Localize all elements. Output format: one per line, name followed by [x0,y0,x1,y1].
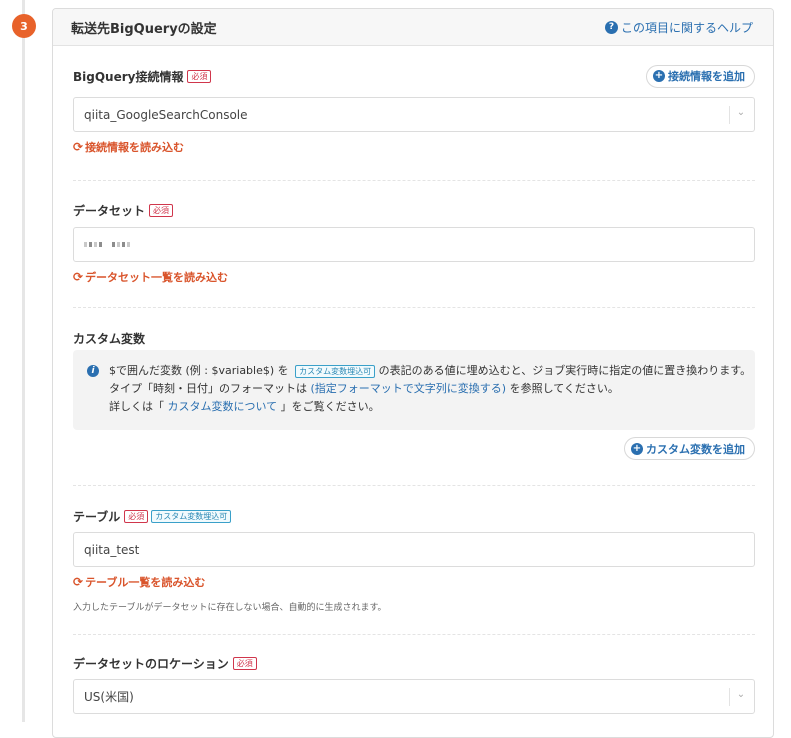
connection-section: BigQuery接続情報 必須 + 接続情報を追加 qiita_GoogleSe… [73,64,755,155]
info-text: 詳しくは「 [109,400,164,413]
custom-variables-section: カスタム変数 i $で囲んだ変数 (例 : $variable$) を カスタム… [73,326,755,460]
custom-variables-doc-link[interactable]: カスタム変数について [168,400,278,413]
location-section: データセットのロケーション 必須 US(米国) ⌄ [73,651,755,714]
dataset-section: データセット 必須 ⟳ データセット一覧を読み込む [73,198,755,285]
dataset-label-text: データセット [73,203,146,218]
location-select-value: US(米国) [84,690,134,704]
reload-dataset-link[interactable]: ⟳ データセット一覧を読み込む [73,269,755,285]
info-text: $で囲んだ変数 (例 : $variable$) を [109,364,289,377]
custom-variables-label: カスタム変数 [73,331,146,346]
info-icon: i [87,365,99,377]
info-text: 」をご覧ください。 [280,400,380,413]
table-section: テーブル 必須 カスタム変数埋込可 qiita_test ⟳ テーブル一覧を読み… [73,504,755,613]
info-line-3: 詳しくは「 カスタム変数について 」をご覧ください。 [109,398,743,416]
add-custom-variable-label: カスタム変数を追加 [646,442,745,456]
info-text: の表記のある値に埋め込むと、ジョブ実行時に指定の値に置き換わります。 [378,364,752,377]
select-divider [729,106,730,124]
dataset-input[interactable] [73,227,755,262]
section-divider [73,307,755,308]
question-circle-icon: ? [604,20,618,34]
help-link[interactable]: ? この項目に関するヘルプ [604,19,753,36]
connection-select-value: qiita_GoogleSearchConsole [84,107,248,122]
custom-variables-info-box: i $で囲んだ変数 (例 : $variable$) を カスタム変数埋込可 の… [73,350,755,430]
required-badge: 必須 [149,203,174,217]
add-connection-label: 接続情報を追加 [668,70,745,83]
chevron-down-icon[interactable]: ⌄ [735,689,747,701]
custom-variable-tag: カスタム変数埋込可 [295,365,376,378]
section-divider [73,485,755,486]
refresh-icon: ⟳ [73,270,84,284]
step-rail [22,0,25,722]
step-number-badge: 3 [12,14,36,38]
chevron-down-icon[interactable]: ⌄ [735,107,747,119]
table-input[interactable]: qiita_test [73,532,755,567]
reload-table-link[interactable]: ⟳ テーブル一覧を読み込む [73,574,755,590]
section-divider [73,180,755,181]
panel-title: 転送先BigQueryの設定 [71,21,217,37]
refresh-icon: ⟳ [73,575,84,589]
reload-connection-link[interactable]: ⟳ 接続情報を読み込む [73,139,755,155]
info-text: を参照してください。 [509,382,619,395]
reload-dataset-label: データセット一覧を読み込む [85,271,229,284]
select-divider [729,688,730,706]
table-label-text: テーブル [73,509,121,524]
location-label: データセットのロケーション 必須 [73,655,257,672]
section-divider [73,634,755,635]
table-help-note: 入力したテーブルがデータセットに存在しない場合、自動的に生成されます。 [73,603,387,613]
required-badge: 必須 [124,509,149,523]
reload-connection-label: 接続情報を読み込む [85,141,185,154]
dataset-value-redacted [84,242,130,247]
plus-circle-icon: + [631,442,643,455]
info-line-1: $で囲んだ変数 (例 : $variable$) を カスタム変数埋込可 の表記… [109,362,751,380]
connection-label-text: BigQuery接続情報 [73,69,184,84]
format-conversion-link[interactable]: (指定フォーマットで文字列に変換する) [311,382,507,395]
custom-variable-tag: カスタム変数埋込可 [151,509,232,523]
connection-label: BigQuery接続情報 必須 [73,68,212,85]
refresh-icon: ⟳ [73,140,84,154]
info-line-2: タイプ「時刻・日付」のフォーマットは (指定フォーマットで文字列に変換する) を… [109,380,743,398]
location-select[interactable]: US(米国) ⌄ [73,679,755,714]
table-label: テーブル 必須 カスタム変数埋込可 [73,508,232,525]
info-text: タイプ「時刻・日付」のフォーマットは [109,382,307,395]
panel-header: 転送先BigQueryの設定 ? この項目に関するヘルプ [53,9,773,46]
plus-circle-icon: + [653,70,665,82]
location-label-text: データセットのロケーション [73,656,229,671]
dataset-label: データセット 必須 [73,202,174,219]
required-badge: 必須 [232,656,257,670]
help-link-label: この項目に関するヘルプ [620,20,753,35]
add-custom-variable-button[interactable]: + カスタム変数を追加 [624,437,755,460]
add-connection-button[interactable]: + 接続情報を追加 [646,64,755,88]
bigquery-destination-panel: 転送先BigQueryの設定 ? この項目に関するヘルプ BigQuery接続情… [52,8,774,738]
required-badge: 必須 [187,69,212,83]
table-input-value: qiita_test [84,542,140,557]
reload-table-label: テーブル一覧を読み込む [85,576,206,589]
connection-select[interactable]: qiita_GoogleSearchConsole ⌄ [73,97,755,132]
